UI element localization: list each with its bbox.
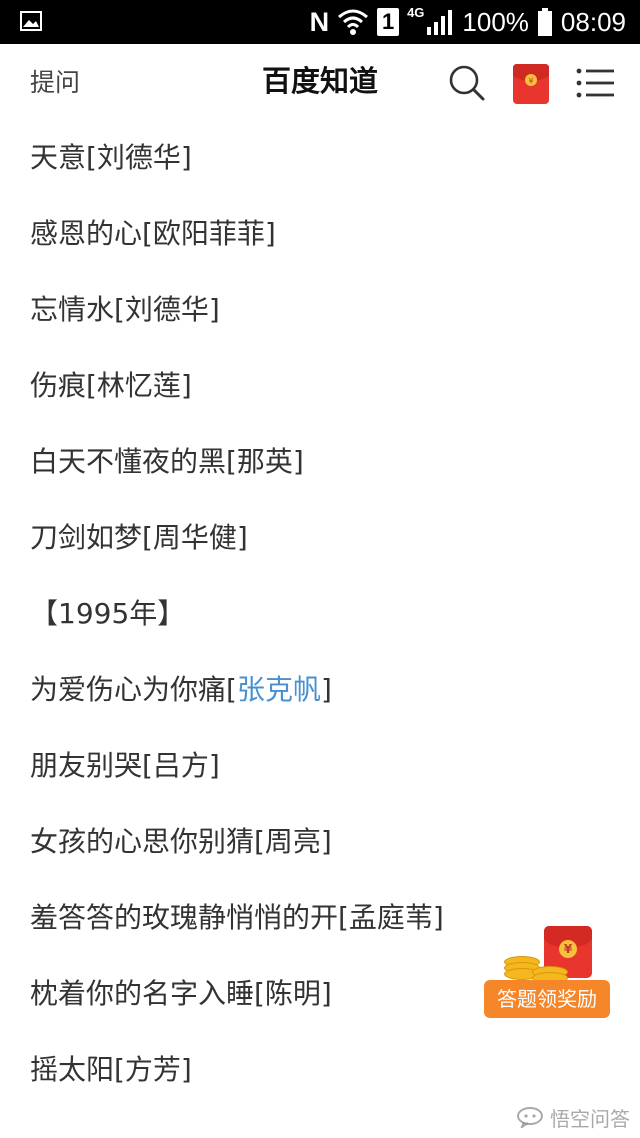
list-item: 朋友别哭[吕方] bbox=[30, 749, 220, 782]
list-item: 伤痕[林忆莲] bbox=[30, 369, 192, 402]
nfc-indicator: N bbox=[309, 7, 330, 37]
list-item: 为爱伤心为你痛[张克帆] bbox=[30, 652, 332, 728]
ask-button[interactable]: 提问 bbox=[30, 44, 80, 122]
list-item: 摇太阳[方芳] bbox=[30, 1053, 192, 1086]
answer-reward-button[interactable]: ¥ 答题领奖励 bbox=[484, 926, 612, 1020]
status-bar: N 1 4G 100% 08:09 bbox=[0, 0, 640, 44]
search-icon[interactable] bbox=[448, 64, 486, 102]
year-heading: 【1995年】 bbox=[30, 597, 186, 630]
speech-bubble-icon bbox=[517, 1107, 543, 1128]
watermark-text: 悟空问答 bbox=[550, 1106, 630, 1131]
list-item: 感恩的心[欧阳菲菲] bbox=[30, 217, 276, 250]
list-item: 枕着你的名字入睡[陈明] bbox=[30, 977, 332, 1010]
song-title: 为爱伤心为你痛[ bbox=[30, 673, 237, 706]
bracket-close: ] bbox=[320, 673, 332, 706]
list-item: 刀剑如梦[周华健] bbox=[30, 521, 248, 554]
wifi-icon bbox=[338, 9, 369, 35]
app-header: 提问 百度知道 ¥ bbox=[0, 44, 640, 122]
list-item: 忘情水[刘德华] bbox=[30, 293, 220, 326]
watermark: 悟空问答 bbox=[516, 1100, 630, 1134]
red-packet-icon[interactable]: ¥ bbox=[513, 64, 549, 104]
artist-link[interactable]: 张克帆 bbox=[237, 673, 321, 706]
signal-icon bbox=[427, 10, 453, 35]
menu-icon[interactable] bbox=[575, 66, 615, 100]
svg-text:¥: ¥ bbox=[528, 77, 533, 86]
gallery-notification-icon bbox=[20, 11, 42, 31]
list-item: 天意[刘德华] bbox=[30, 141, 192, 174]
list-item: 女孩的心思你别猜[周亮] bbox=[30, 825, 332, 858]
clock: 08:09 bbox=[560, 7, 626, 37]
list-item: 白天不懂夜的黑[那英] bbox=[30, 445, 304, 478]
sim-slot-badge: 1 bbox=[377, 8, 400, 36]
battery-icon bbox=[537, 8, 552, 36]
network-type-label: 4G bbox=[407, 4, 425, 20]
reward-label: 答题领奖励 bbox=[484, 980, 610, 1018]
list-item: 羞答答的玫瑰静悄悄的开[孟庭苇] bbox=[30, 901, 444, 934]
battery-percent: 100% bbox=[462, 7, 529, 37]
